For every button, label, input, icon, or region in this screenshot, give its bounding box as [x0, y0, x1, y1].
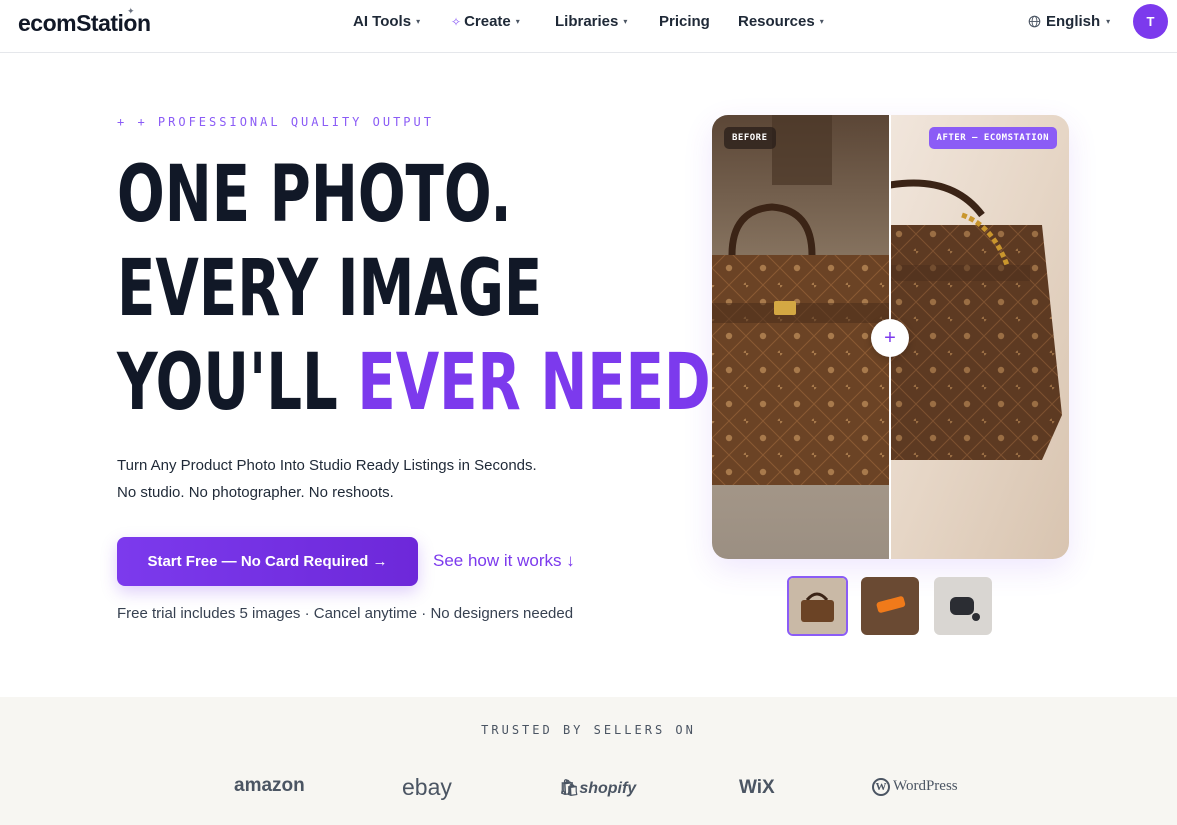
language-selector[interactable]: English ▾: [1028, 13, 1110, 30]
plus-icon: +: [884, 326, 896, 349]
nav-pricing-label: Pricing: [659, 13, 710, 30]
wordpress-icon: W: [872, 778, 890, 796]
shopify-logo: 🛍shopify: [559, 778, 636, 798]
wix-logo: WiX: [739, 777, 775, 798]
chevron-down-icon: ▾: [515, 17, 520, 26]
trusted-label: TRUSTED BY SELLERS ON: [481, 723, 696, 737]
before-tag: BEFORE: [724, 127, 776, 149]
logo-sparkle-icon: ✦: [127, 6, 135, 16]
user-avatar[interactable]: T: [1133, 4, 1168, 39]
headline-line-3: YOU'LL EVER NEED.: [117, 336, 732, 430]
globe-icon: [1028, 15, 1041, 28]
chevron-down-icon: ▾: [819, 17, 824, 26]
after-tag: AFTER — ECOMSTATION: [928, 127, 1057, 149]
top-navbar: ecomStation ✦ AI Tools ▾ ✧ Create ▾ Libr…: [0, 0, 1177, 53]
trial-fineprint: Free trial includes 5 images · Cancel an…: [117, 605, 574, 622]
subtitle-line-1: Turn Any Product Photo Into Studio Ready…: [117, 457, 537, 474]
thumbnail-earbuds[interactable]: [934, 577, 992, 635]
see-how-it-works-link[interactable]: See how it works ↓: [433, 551, 575, 571]
headline-line-2: EVERY IMAGE: [117, 244, 543, 334]
hero-headline: ONE PHOTO. EVERY IMAGE YOU'LL EVER NEED.: [117, 148, 732, 430]
shopify-label: shopify: [579, 780, 637, 797]
nav-resources-label: Resources: [738, 13, 815, 30]
ebay-logo: ebay: [402, 774, 452, 800]
thumbnail-handbag[interactable]: [787, 576, 848, 636]
slider-handle[interactable]: +: [871, 319, 909, 357]
thumbnail-tube[interactable]: [861, 577, 919, 635]
hero-eyebrow: + + PROFESSIONAL QUALITY OUTPUT: [117, 115, 434, 129]
sparkle-icon: ✧: [451, 14, 462, 29]
language-label: English: [1046, 13, 1101, 30]
nav-pricing[interactable]: Pricing: [659, 13, 710, 30]
nav-libraries-label: Libraries: [555, 13, 619, 30]
shopify-bag-icon: 🛍: [559, 780, 580, 797]
chevron-down-icon: ▾: [1106, 17, 1111, 26]
before-after-comparison[interactable]: BEFORE AFTER — ECOMSTATION +: [712, 115, 1069, 559]
wordpress-label: WordPress: [893, 778, 958, 794]
start-free-button[interactable]: Start Free — No Card Required →: [117, 537, 418, 586]
nav-create-label: Create: [464, 13, 511, 30]
chevron-down-icon: ▾: [416, 17, 421, 26]
nav-create[interactable]: ✧ Create ▾: [451, 13, 520, 30]
nav-libraries[interactable]: Libraries ▾: [555, 13, 627, 30]
earbuds-thumbnail-image: [934, 577, 992, 635]
amazon-logo: amazon: [234, 775, 305, 796]
nav-ai-tools-label: AI Tools: [353, 13, 412, 30]
headline-line-3-plain: YOU'LL: [117, 338, 358, 428]
hero-subtitle: Turn Any Product Photo Into Studio Ready…: [117, 452, 537, 506]
tube-thumbnail-image: [861, 577, 919, 635]
handbag-thumbnail-image: [789, 578, 846, 634]
subtitle-line-2: No studio. No photographer. No reshoots.: [117, 484, 394, 501]
headline-accent: EVER NEED.: [357, 338, 733, 428]
chevron-down-icon: ▾: [623, 17, 628, 26]
nav-ai-tools[interactable]: AI Tools ▾: [353, 13, 420, 30]
wordpress-logo: W WordPress: [872, 778, 958, 796]
nav-resources[interactable]: Resources ▾: [738, 13, 824, 30]
headline-line-1: ONE PHOTO.: [117, 150, 512, 240]
trusted-by-section: TRUSTED BY SELLERS ON amazon ebay 🛍shopi…: [0, 697, 1177, 825]
